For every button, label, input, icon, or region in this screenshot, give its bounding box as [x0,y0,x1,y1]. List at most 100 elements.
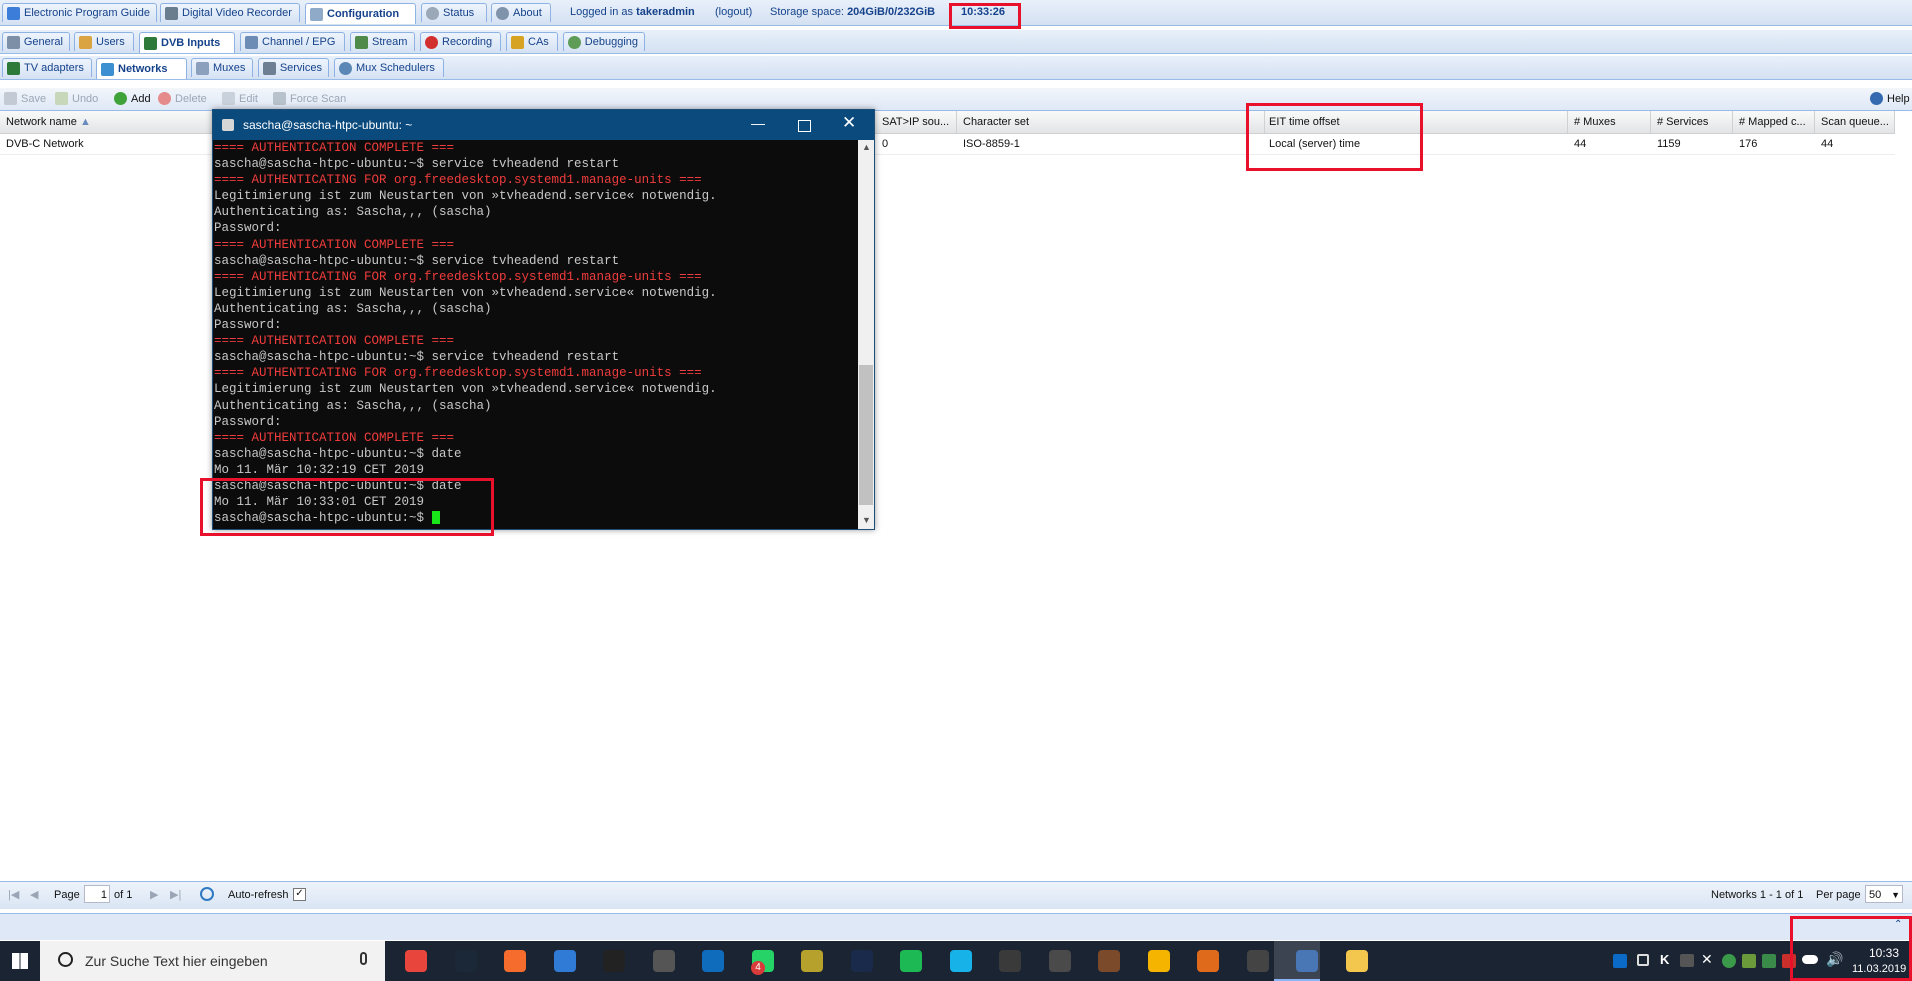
help-icon [1870,92,1883,105]
save-button[interactable]: Save [4,92,46,105]
per-page-select[interactable]: 50 ▼ [1865,885,1903,903]
tab-tv-adapters[interactable]: TV adapters [2,58,92,77]
col-mapped-channels[interactable]: # Mapped c... [1733,111,1815,133]
terminal-line: Mo 11. Mär 10:32:19 CET 2019 [214,462,425,477]
terminal-line: ==== AUTHENTICATION COMPLETE === [214,334,455,349]
tab-configuration[interactable]: Configuration [305,3,416,24]
col-scan-queue[interactable]: Scan queue... [1815,111,1895,133]
tab-dvb-inputs[interactable]: DVB Inputs [139,32,235,53]
maximize-button[interactable] [798,120,811,132]
tab-channel-epg[interactable]: Channel / EPG [240,32,345,51]
terminal-scrollbar[interactable]: ▲ ▼ [858,140,874,529]
tab-dvr[interactable]: Digital Video Recorder [160,3,300,22]
tab-muxes[interactable]: Muxes [191,58,253,77]
auto-refresh-checkbox[interactable]: ✓ [293,888,306,901]
col-satip-source[interactable]: SAT>IP sou... [876,111,957,133]
headset-icon[interactable] [652,950,675,972]
folder-icon[interactable] [1345,950,1368,972]
tab-status[interactable]: Status [421,3,487,22]
spotify-icon[interactable] [900,950,922,972]
chrome-icon[interactable] [405,950,427,972]
col-network-name[interactable]: Network name ▲ [0,111,215,133]
outlook-icon[interactable] [702,950,724,972]
taskbar-search[interactable]: Zur Suche Text hier eingeben [40,941,385,981]
tray-app-icon[interactable] [1762,954,1776,968]
add-button[interactable]: Add [114,92,151,105]
tray-nvidia-icon[interactable] [1742,954,1756,968]
tray-k-icon[interactable]: K [1660,952,1669,967]
tab-networks[interactable]: Networks [96,58,187,79]
tab-general[interactable]: General [2,32,70,51]
top-tab-bar: Electronic Program Guide Digital Video R… [0,0,1912,26]
dvb-card-icon [144,36,157,50]
close-button[interactable]: ✕ [842,113,856,133]
tab-about[interactable]: About [491,3,551,22]
col-muxes[interactable]: # Muxes [1568,111,1651,133]
origin-icon[interactable] [504,950,526,972]
tab-mux-schedulers[interactable]: Mux Schedulers [334,58,444,77]
delete-icon [158,92,171,105]
tab-debugging[interactable]: Debugging [563,32,645,51]
kodi-icon[interactable] [949,950,972,972]
vlc-icon[interactable] [1197,950,1219,972]
page-count: of 1 [114,889,133,901]
tab-users[interactable]: Users [74,32,134,51]
tray-volume-icon[interactable]: 🔊 [1826,951,1843,968]
help-button[interactable]: Help [1870,92,1910,105]
delete-button[interactable]: Delete [158,92,207,105]
per-page-label: Per page [1816,889,1861,901]
tab-services[interactable]: Services [258,58,329,77]
tray-red-icon[interactable] [1782,954,1796,968]
taskbar-clock[interactable]: 10:33 [1864,946,1904,960]
windows-start-icon[interactable] [12,953,28,969]
epg-icon [7,6,20,20]
col-eit-time-offset[interactable]: EIT time offset [1263,111,1568,133]
expand-up-icon[interactable]: ⌃ [1894,919,1902,930]
tray-tools-icon[interactable]: ✕ [1701,951,1713,968]
terminal-window[interactable]: sascha@sascha-htpc-ubuntu: ~ — ✕ ==== AU… [212,109,875,530]
page-number-input[interactable]: 1 [84,885,110,903]
stream-icon [355,35,368,49]
uplay-icon[interactable] [553,950,576,972]
pc-icon[interactable] [1246,950,1269,972]
key-icon [511,35,524,49]
explorer-icon[interactable] [1147,950,1170,972]
col-services[interactable]: # Services [1651,111,1733,133]
tray-ssd-icon[interactable] [1680,954,1694,967]
edit-button[interactable]: Edit [222,92,258,105]
logout-link[interactable]: (logout) [715,6,752,18]
steam-icon[interactable] [454,950,477,972]
deer-icon[interactable] [1098,950,1120,972]
tab-epg[interactable]: Electronic Program Guide [2,3,157,22]
cell-services: 1159 [1657,138,1681,150]
amazon-music-icon[interactable] [850,950,873,972]
refresh-icon[interactable] [200,887,214,901]
scroll-up-icon[interactable]: ▲ [862,142,871,152]
last-page-icon[interactable]: ▶| [170,888,181,901]
terminal-titlebar[interactable]: sascha@sascha-htpc-ubuntu: ~ — ✕ [213,110,874,140]
taskbar-date[interactable]: 11.03.2019 [1852,963,1906,975]
prev-page-icon[interactable]: ◀ [30,888,38,901]
undo-button[interactable]: Undo [55,92,98,105]
minimize-button[interactable]: — [751,115,765,131]
eye-icon [426,6,439,20]
col-character-set[interactable]: Character set [957,111,1265,133]
tray-outlook-icon[interactable] [1613,954,1627,968]
terminal-output[interactable]: ==== AUTHENTICATION COMPLETE === sascha@s… [213,140,859,529]
tab-cas[interactable]: CAs [506,32,558,51]
next-page-icon[interactable]: ▶ [150,888,158,901]
m-app-icon[interactable] [603,950,625,972]
fb-icon[interactable] [1048,950,1071,972]
tray-check-icon[interactable] [1722,954,1736,968]
tray-square-icon[interactable] [1637,954,1649,966]
tab-stream[interactable]: Stream [350,32,415,51]
first-page-icon[interactable]: |◀ [8,888,19,901]
terminal-line: Legitimierung ist zum Neustarten von »tv… [214,189,717,204]
scroll-thumb[interactable] [859,365,873,505]
tool-icon[interactable] [801,950,823,972]
tab-recording[interactable]: Recording [420,32,501,51]
force-scan-button[interactable]: Force Scan [273,92,346,105]
film-icon[interactable] [999,950,1021,972]
scroll-down-icon[interactable]: ▼ [862,515,871,525]
tray-cloud-icon[interactable] [1802,955,1818,964]
